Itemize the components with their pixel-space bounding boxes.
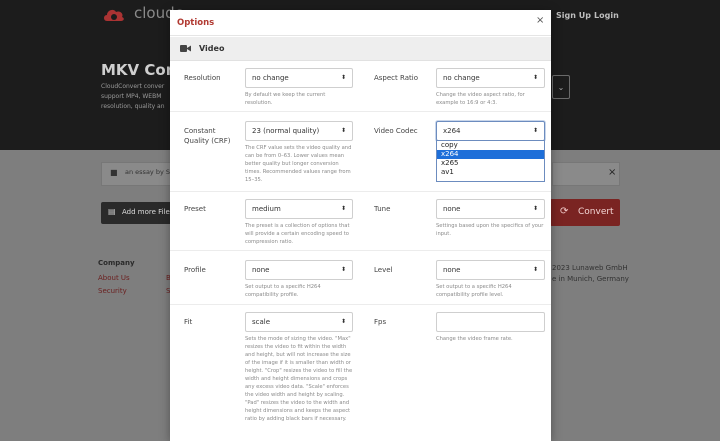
footer-link-security[interactable]: Security [98, 287, 127, 295]
video-codec-label: Video Codec [374, 127, 418, 135]
fit-value: scale [252, 318, 271, 326]
aspect-ratio-value: no change [443, 74, 480, 82]
resolution-help: By default we keep the current resolutio… [245, 92, 326, 106]
aspect-ratio-label: Aspect Ratio [374, 74, 418, 82]
section-label: Video [199, 44, 225, 53]
signup-link[interactable]: Sign Up [556, 11, 591, 20]
select-arrows-icon: ⬍ [532, 127, 538, 134]
level-help: Set output to a specific H264 compatibil… [436, 284, 512, 298]
select-arrows-icon: ⬍ [340, 74, 346, 81]
convert-label: Convert [578, 207, 614, 217]
row-divider [170, 111, 551, 112]
select-arrows-icon: ⬍ [532, 205, 538, 212]
resolution-select[interactable]: no change ⬍ [245, 68, 353, 88]
options-modal: Options × Video Resolution no change ⬍ B… [170, 10, 551, 441]
resolution-value: no change [252, 74, 289, 82]
aspect-ratio-help: Change the video aspect ratio, for examp… [436, 92, 525, 106]
profile-select[interactable]: none ⬍ [245, 260, 353, 280]
refresh-icon: ⟳ [560, 206, 569, 217]
crf-label: Constant Quality (CRF) [184, 127, 231, 145]
level-select[interactable]: none ⬍ [436, 260, 545, 280]
row-divider [170, 191, 551, 192]
select-arrows-icon: ⬍ [340, 318, 346, 325]
codec-option-copy[interactable]: copy [437, 141, 544, 150]
format-dropdown-button[interactable]: ⌄ [552, 75, 570, 99]
select-arrows-icon: ⬍ [340, 205, 346, 212]
tune-select[interactable]: none ⬍ [436, 199, 545, 219]
fps-label: Fps [374, 318, 387, 326]
close-icon[interactable]: × [536, 15, 544, 26]
crf-help: The CRF value sets the video quality and… [245, 145, 352, 183]
preset-help: The preset is a collection of options th… [245, 223, 350, 245]
file-icon: ■ [110, 168, 118, 177]
codec-option-x264[interactable]: x264 [437, 150, 544, 159]
login-link[interactable]: Login [594, 11, 619, 20]
fps-help: Change the video frame rate. [436, 336, 513, 342]
preset-select[interactable]: medium ⬍ [245, 199, 353, 219]
select-arrows-icon: ⬍ [532, 266, 538, 273]
select-arrows-icon: ⬍ [340, 127, 346, 134]
select-arrows-icon: ⬍ [532, 74, 538, 81]
page-description: CloudConvert conver support MP4, WEBM re… [101, 83, 165, 110]
level-value: none [443, 266, 461, 274]
remove-file-icon[interactable]: × [608, 167, 616, 178]
tune-label: Tune [374, 205, 391, 213]
row-divider [170, 304, 551, 305]
fit-label: Fit [184, 318, 193, 326]
chevron-down-icon: ⌄ [557, 83, 565, 92]
fit-select[interactable]: scale ⬍ [245, 312, 353, 332]
footer-link-about[interactable]: About Us [98, 274, 130, 282]
tune-help: Settings based upon the specifics of you… [436, 223, 544, 237]
codec-option-x265[interactable]: x265 [437, 159, 544, 168]
tune-value: none [443, 205, 461, 213]
footer-company-heading: Company [98, 259, 135, 267]
fit-help: Sets the mode of sizing the video. "Max"… [245, 336, 353, 422]
aspect-ratio-select[interactable]: no change ⬍ [436, 68, 545, 88]
fps-input[interactable] [436, 312, 545, 332]
video-camera-icon [180, 45, 191, 52]
file-name: an essay by S [125, 168, 171, 176]
video-section-header: Video [170, 37, 551, 61]
video-codec-select[interactable]: x264 ⬍ [436, 121, 545, 141]
modal-title: Options [177, 18, 215, 28]
profile-value: none [252, 266, 270, 274]
resolution-label: Resolution [184, 74, 221, 82]
row-divider [170, 250, 551, 251]
crf-select[interactable]: 23 (normal quality) ⬍ [245, 121, 353, 141]
codec-option-av1[interactable]: av1 [437, 168, 544, 177]
modal-header: Options × [170, 10, 551, 36]
level-label: Level [374, 266, 393, 274]
file-add-icon: ▤ [108, 207, 116, 216]
footer-copyright: 2023 Lunaweb GmbH [552, 264, 628, 272]
footer-made-in: e in Munich, Germany [552, 275, 629, 283]
profile-help: Set output to a specific H264 compatibil… [245, 284, 321, 298]
select-arrows-icon: ⬍ [340, 266, 346, 273]
preset-label: Preset [184, 205, 206, 213]
video-codec-value: x264 [443, 127, 461, 135]
preset-value: medium [252, 205, 281, 213]
cloudconvert-logo-icon [104, 9, 124, 21]
video-codec-dropdown-list: copy x264 x265 av1 [436, 140, 545, 182]
profile-label: Profile [184, 266, 206, 274]
crf-value: 23 (normal quality) [252, 127, 320, 135]
add-more-files-label: Add more File [122, 208, 170, 216]
